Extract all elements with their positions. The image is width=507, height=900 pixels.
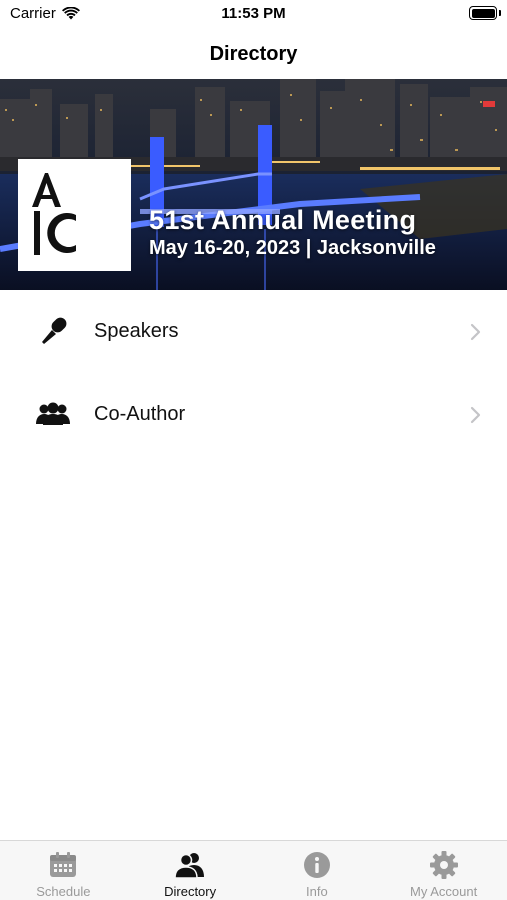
event-title: 51st Annual Meeting bbox=[149, 205, 417, 235]
logo-mark bbox=[32, 173, 76, 255]
list-item-label: Co-Author bbox=[94, 403, 186, 425]
tab-bar: Schedule Directory Info My Account bbox=[0, 840, 507, 900]
list-item-label: Speakers bbox=[94, 320, 179, 342]
people-icon bbox=[175, 853, 205, 879]
tab-label: Info bbox=[306, 884, 328, 899]
tab-info[interactable]: Info bbox=[254, 841, 381, 900]
list-item-co-author[interactable]: Co-Author bbox=[0, 373, 507, 456]
info-icon bbox=[303, 852, 330, 878]
tab-directory[interactable]: Directory bbox=[127, 841, 254, 900]
list-item-speakers[interactable]: Speakers bbox=[0, 290, 507, 373]
status-bar: Carrier 11:53 PM bbox=[0, 0, 507, 30]
battery-icon bbox=[469, 6, 497, 20]
page-title: Directory bbox=[209, 42, 298, 65]
event-banner: 51st Annual Meeting May 16-20, 2023 | Ja… bbox=[0, 79, 507, 290]
microphone-icon bbox=[36, 316, 70, 346]
navigation-bar: Directory bbox=[0, 30, 507, 78]
aic-logo bbox=[18, 159, 131, 271]
battery-fill bbox=[471, 8, 495, 18]
chevron-right-icon bbox=[470, 406, 481, 424]
chevron-right-icon bbox=[470, 323, 481, 341]
clock: 11:53 PM bbox=[221, 5, 286, 22]
gear-icon bbox=[429, 851, 458, 879]
directory-list: Speakers Co-Author bbox=[0, 290, 507, 456]
tab-schedule[interactable]: Schedule bbox=[0, 841, 127, 900]
tab-label: Directory bbox=[164, 884, 217, 899]
tab-label: My Account bbox=[410, 884, 478, 899]
event-dates: May 16-20, 2023 | Jacksonville bbox=[149, 237, 436, 259]
tab-my-account[interactable]: My Account bbox=[380, 841, 507, 900]
people-group-icon bbox=[36, 399, 70, 429]
tab-label: Schedule bbox=[36, 884, 91, 899]
battery-tip bbox=[499, 10, 501, 16]
calendar-icon bbox=[50, 852, 77, 877]
